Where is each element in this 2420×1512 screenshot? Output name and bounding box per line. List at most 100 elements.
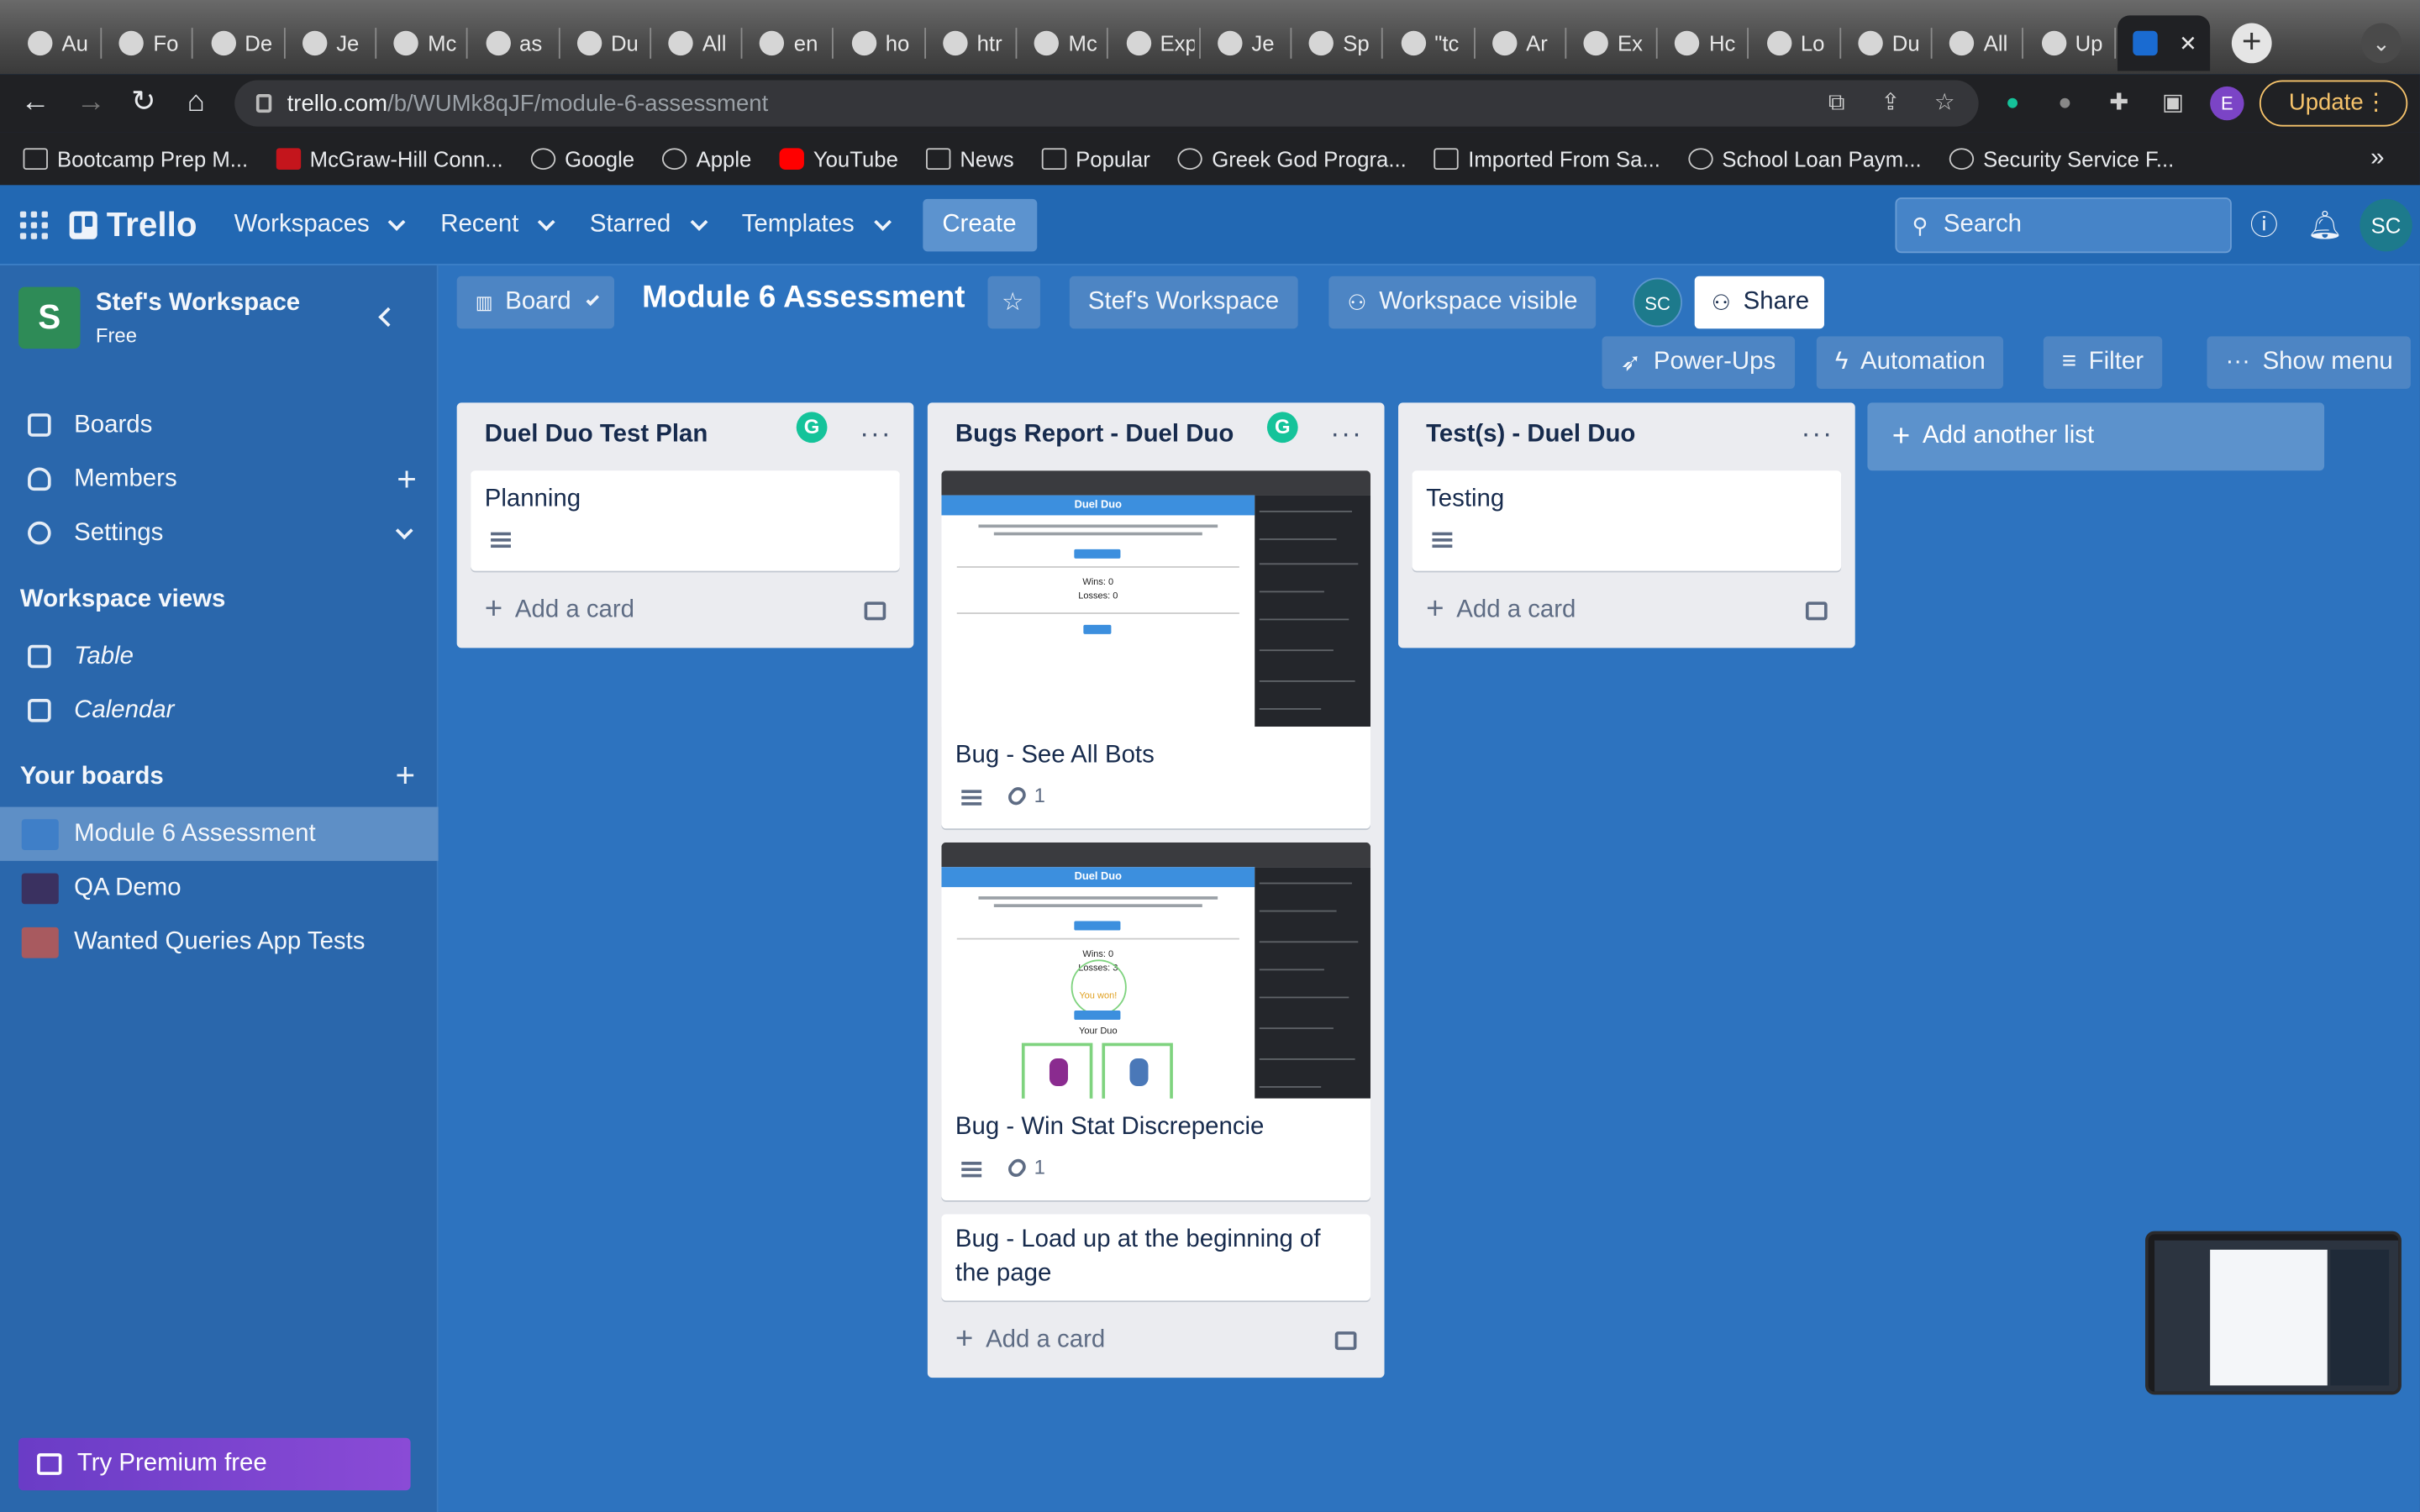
add-member-icon[interactable]: + <box>397 459 417 499</box>
bookmark-item[interactable]: Popular <box>1028 146 1164 171</box>
new-tab-button[interactable]: + <box>2231 23 2272 64</box>
app-switcher-icon[interactable] <box>19 210 48 239</box>
card-template-icon[interactable] <box>1805 601 1828 621</box>
notifications-bell-icon[interactable]: 🔔︎ <box>2307 208 2343 242</box>
card-planning[interactable]: Planning <box>471 470 900 571</box>
browser-tab[interactable]: Mc <box>378 15 465 71</box>
create-button[interactable]: Create <box>922 198 1037 251</box>
address-bar[interactable]: trello.com/b/WUMk8qJF/module-6-assessmen… <box>234 80 1979 127</box>
browser-tab[interactable]: All <box>1934 15 2021 71</box>
list-menu-icon[interactable]: ··· <box>1801 418 1833 451</box>
add-another-list-button[interactable]: + Add another list <box>1867 402 2325 471</box>
sidebar-item-calendar[interactable]: Calendar <box>0 684 439 738</box>
collapse-sidebar-icon[interactable] <box>373 306 397 330</box>
sidebar-item-table[interactable]: Table <box>0 629 439 683</box>
automation-button[interactable]: ϟ Automation <box>1816 336 2004 389</box>
browser-tab[interactable]: Fo <box>104 15 191 71</box>
search-input[interactable]: ⚲ Search <box>1895 197 2232 254</box>
browser-tab[interactable]: Ex <box>1568 15 1655 71</box>
bookmarks-overflow-button[interactable]: » <box>2370 145 2392 173</box>
workspace-header[interactable]: S Stef's Workspace Free <box>18 286 300 349</box>
templates-menu[interactable]: Templates <box>729 198 901 250</box>
try-premium-button[interactable]: Try Premium free <box>18 1437 411 1491</box>
list-menu-icon[interactable]: ··· <box>1330 418 1363 451</box>
tab-search-icon[interactable]: ⌄ <box>2361 23 2402 64</box>
account-avatar[interactable]: SC <box>2360 198 2412 252</box>
browser-tab[interactable]: Hc <box>1660 15 1746 71</box>
browser-tab[interactable]: Au <box>13 15 99 71</box>
show-menu-button[interactable]: ··· Show menu <box>2207 336 2412 389</box>
sidebar-board-wanted-queries[interactable]: Wanted Queries App Tests <box>0 915 439 969</box>
recent-menu[interactable]: Recent <box>429 198 566 250</box>
bookmark-item[interactable]: News <box>912 146 1028 171</box>
browser-tab[interactable]: "tc <box>1385 15 1471 71</box>
card-bug-see-all-bots[interactable]: Duel Duo Wins: 0 Losses: 0 Bug - See All… <box>941 470 1370 829</box>
bookmark-item[interactable]: Security Service F... <box>1935 146 2188 171</box>
browser-tab[interactable]: Exp <box>1111 15 1197 71</box>
bookmark-item[interactable]: Bootcamp Prep M... <box>9 146 262 171</box>
translate-icon[interactable]: ⧉ <box>1821 88 1852 119</box>
reload-icon[interactable]: ↻ <box>124 83 164 123</box>
filter-button[interactable]: ≡ Filter <box>2043 336 2163 389</box>
bookmark-item[interactable]: YouTube <box>765 146 913 171</box>
bookmark-item[interactable]: McGraw-Hill Conn... <box>262 146 518 171</box>
update-button[interactable]: Update ⋮ <box>2259 80 2408 127</box>
home-icon[interactable]: ⌂ <box>176 83 216 123</box>
share-page-icon[interactable]: ⇪ <box>1876 88 1907 119</box>
star-board-button[interactable]: ☆ <box>987 276 1040 329</box>
browser-tab[interactable]: All <box>653 15 739 71</box>
card-bug-win-stat[interactable]: Duel Duo Wins: 0 Losses: 3 You won! Your… <box>941 842 1370 1200</box>
trello-logo[interactable]: Trello <box>69 204 197 244</box>
sidebar-item-members[interactable]: Members + <box>0 452 439 506</box>
add-card-button[interactable]: + Add a card <box>485 592 634 627</box>
list-title[interactable]: Duel Duo Test Plan <box>485 421 708 449</box>
sidepanel-icon[interactable]: ▣ <box>2158 88 2189 119</box>
browser-tab[interactable]: Du <box>1843 15 1929 71</box>
list-title[interactable]: Bugs Report - Duel Duo <box>955 421 1234 449</box>
browser-tab[interactable]: ho <box>836 15 923 71</box>
grammarly-icon[interactable]: G <box>796 412 828 444</box>
card-template-icon[interactable] <box>1334 1331 1357 1351</box>
card-testing[interactable]: Testing <box>1412 470 1842 571</box>
browser-tab[interactable]: Je <box>1202 15 1289 71</box>
browser-tab[interactable]: Mc <box>1019 15 1106 71</box>
chevron-down-icon[interactable] <box>395 521 413 539</box>
back-icon[interactable]: ← <box>15 83 55 123</box>
browser-tab[interactable]: Ar <box>1476 15 1563 71</box>
add-card-button[interactable]: + Add a card <box>1426 592 1576 627</box>
close-tab-icon[interactable]: ✕ <box>2179 30 2197 56</box>
browser-tab[interactable]: Lo <box>1751 15 1838 71</box>
extension-icon[interactable]: ● <box>2049 88 2081 119</box>
list-menu-icon[interactable]: ··· <box>860 418 892 451</box>
screenshot-preview-thumbnail[interactable] <box>2145 1231 2402 1395</box>
browser-tab[interactable]: Je <box>287 15 373 71</box>
visibility-button[interactable]: ⚇ Workspace visible <box>1328 276 1597 329</box>
forward-icon[interactable]: → <box>71 83 111 123</box>
grammarly-extension-icon[interactable]: ● <box>1997 88 2028 119</box>
grammarly-icon[interactable]: G <box>1266 412 1298 444</box>
browser-tab[interactable]: Up <box>2026 15 2112 71</box>
browser-tab[interactable]: htr <box>928 15 1014 71</box>
power-ups-button[interactable]: ➶ Power-Ups <box>1602 336 1795 389</box>
share-button[interactable]: ⚇ Share <box>1694 276 1824 329</box>
browser-tab[interactable]: Sp <box>1293 15 1380 71</box>
bookmark-item[interactable]: Apple <box>649 146 765 171</box>
bookmark-star-icon[interactable]: ☆ <box>1929 88 1960 119</box>
bookmark-item[interactable]: Google <box>517 146 648 171</box>
extensions-puzzle-icon[interactable]: ✚ <box>2103 88 2134 119</box>
workspace-button[interactable]: Stef's Workspace <box>1069 276 1298 329</box>
info-icon[interactable]: ⓘ <box>2247 208 2281 242</box>
profile-avatar[interactable]: E <box>2210 86 2244 121</box>
browser-tab[interactable]: De <box>196 15 282 71</box>
sidebar-item-boards[interactable]: Boards <box>0 398 439 452</box>
browser-tab[interactable]: as <box>470 15 556 71</box>
card-template-icon[interactable] <box>864 601 886 621</box>
starred-menu[interactable]: Starred <box>577 198 717 250</box>
bookmark-item[interactable]: Greek God Progra... <box>1164 146 1420 171</box>
browser-tab[interactable]: en <box>744 15 831 71</box>
bookmark-item[interactable]: Imported From Sa... <box>1420 146 1674 171</box>
workspaces-menu[interactable]: Workspaces <box>222 198 416 250</box>
sidebar-board-module-6[interactable]: Module 6 Assessment <box>0 806 439 861</box>
browser-tab[interactable]: Du <box>561 15 648 71</box>
board-view-switcher[interactable]: ▥ Board <box>456 276 615 329</box>
